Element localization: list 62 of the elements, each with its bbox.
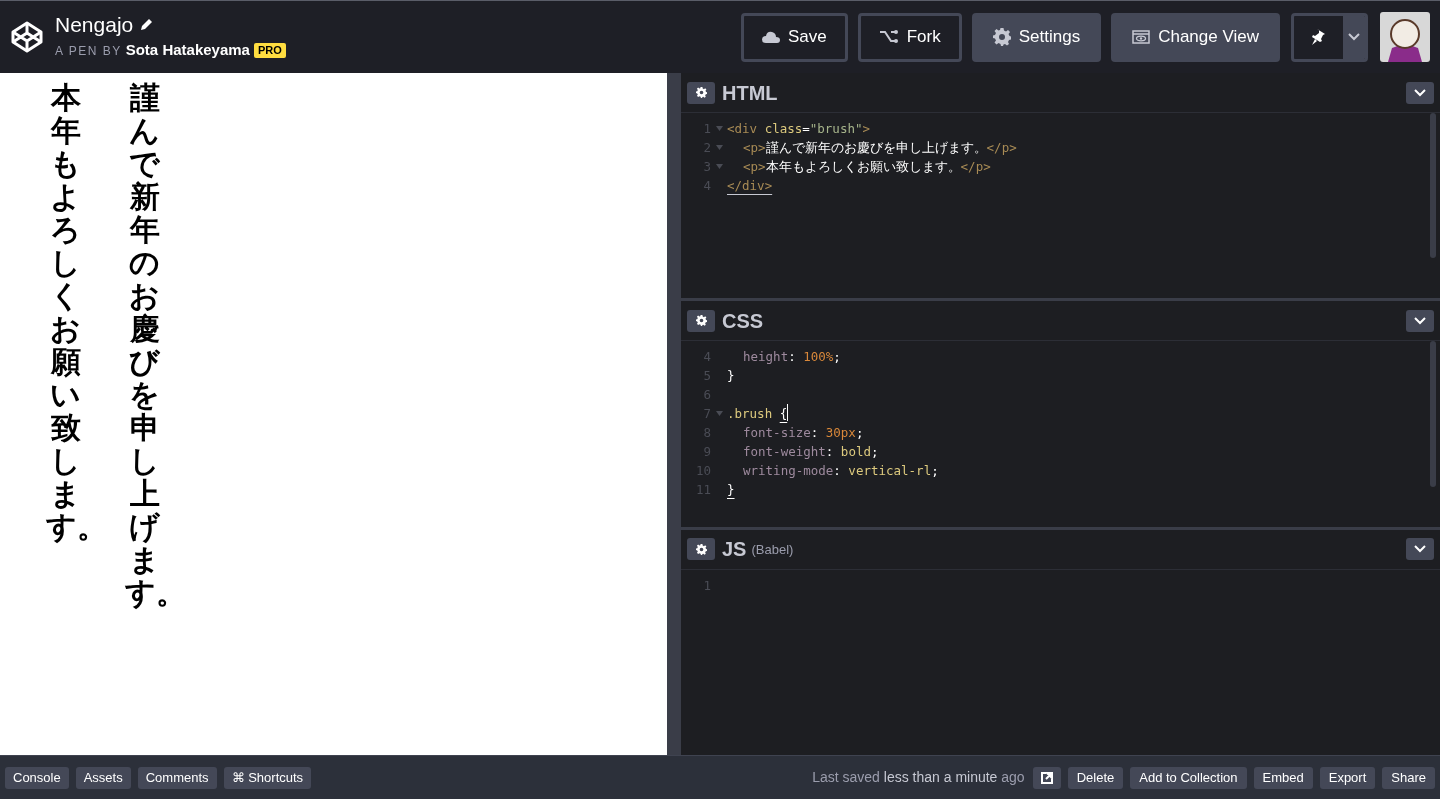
vertical-text-column: 謹んで新年のお慶びを申し上げます。: [125, 81, 164, 615]
pencil-icon[interactable]: [139, 18, 154, 33]
collapse-button[interactable]: [1406, 538, 1434, 561]
code-line: <div class="brush">: [727, 120, 870, 138]
fork-icon: [878, 30, 899, 44]
pro-badge: PRO: [253, 43, 286, 58]
settings-icon: [695, 543, 707, 555]
pin-button-group[interactable]: [1291, 12, 1368, 62]
panel-subtitle: (Babel): [751, 541, 794, 560]
cube-logo-icon[interactable]: [10, 20, 44, 54]
gear-icon: [992, 28, 1011, 46]
code-line: }: [727, 481, 735, 500]
footer-button[interactable]: Delete: [1067, 766, 1124, 789]
eye-window-icon: [1132, 30, 1151, 44]
settings-icon: [695, 87, 707, 98]
pen-title[interactable]: Nengajo: [55, 12, 134, 39]
chevron-down-icon: [1414, 545, 1426, 554]
action-button[interactable]: Fork: [857, 12, 962, 62]
chevron-down-icon: [1414, 88, 1426, 97]
action-button[interactable]: Save: [741, 12, 848, 62]
author-link[interactable]: Sota Hatakeyama: [125, 39, 250, 62]
footer-button[interactable]: ⌘ Shortcuts: [223, 766, 312, 789]
pin-icon: [1310, 28, 1327, 46]
code-line: font-size: 30px;: [742, 424, 864, 443]
settings-button[interactable]: [687, 81, 715, 104]
code-line: <p>本年もよろしくお願い致します。</p>: [742, 158, 991, 176]
settings-icon: [695, 315, 707, 327]
code-line: height: 100%;: [742, 348, 841, 367]
code-line: .brush {: [727, 405, 788, 424]
code-line: font-weight: bold;: [742, 443, 879, 462]
scrollbar[interactable]: [1430, 113, 1436, 259]
byline-label: A PEN BY: [55, 42, 122, 60]
footer-button[interactable]: Console: [5, 766, 69, 789]
action-button[interactable]: Settings: [971, 12, 1102, 62]
footer-button[interactable]: Comments: [137, 766, 217, 789]
footer-button[interactable]: Assets: [75, 766, 131, 789]
settings-button[interactable]: [687, 538, 715, 561]
footer-button[interactable]: Add to Collection: [1130, 766, 1247, 789]
code-line: writing-mode: vertical-rl;: [742, 462, 939, 481]
action-button[interactable]: Change View: [1111, 12, 1280, 62]
code-line: <p>謹んで新年のお慶びを申し上げます。</p>: [742, 139, 1017, 157]
code-line: </div>: [727, 177, 773, 195]
vertical-text-column: 本年もよろしくお願い致します。: [46, 81, 85, 615]
footer-button[interactable]: Export: [1319, 766, 1376, 789]
scrollbar[interactable]: [1430, 341, 1436, 487]
resize-handle[interactable]: [667, 73, 681, 755]
settings-button[interactable]: [687, 309, 715, 332]
chevron-down-icon: [1414, 316, 1426, 325]
footer-button[interactable]: Embed: [1253, 766, 1313, 789]
chevron-down-icon: [1348, 33, 1360, 41]
external-link-icon: [1040, 771, 1053, 784]
last-saved-text: Last saved less than a minute ago: [812, 768, 1025, 787]
collapse-button[interactable]: [1406, 309, 1434, 332]
panel-title: HTML: [722, 80, 778, 106]
panel-title: CSS: [722, 308, 764, 334]
footer-button[interactable]: Share: [1382, 766, 1435, 789]
cloud-icon: [762, 31, 780, 43]
code-line: }: [727, 367, 735, 386]
panel-title: JS: [722, 537, 747, 563]
collapse-button[interactable]: [1406, 81, 1434, 104]
open-external-button[interactable]: [1032, 766, 1061, 789]
avatar[interactable]: [1380, 12, 1430, 62]
